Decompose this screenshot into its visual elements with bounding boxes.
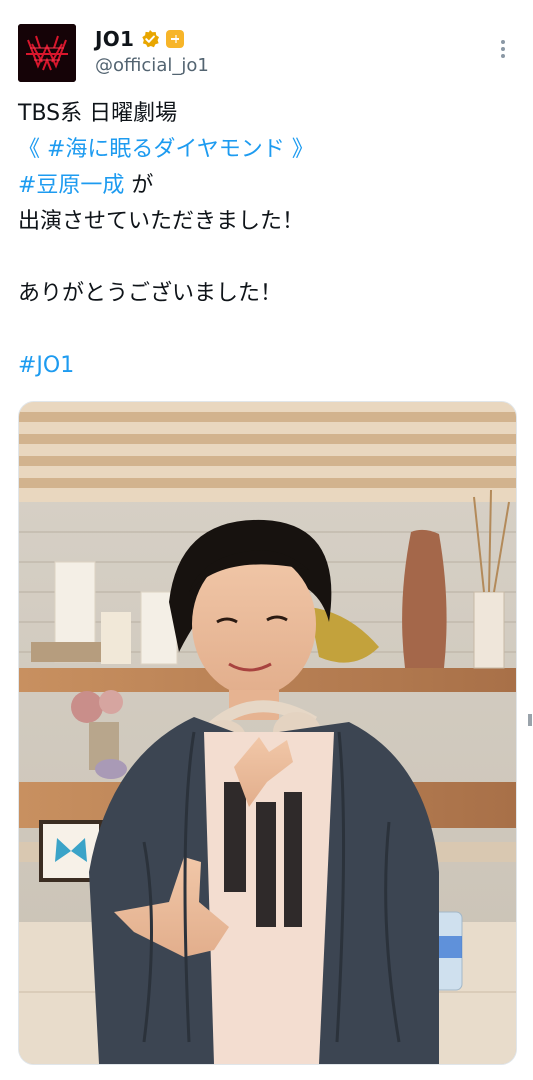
- tweet-photo[interactable]: [18, 401, 517, 1065]
- account-handle[interactable]: @official_jo1: [95, 55, 209, 76]
- tweet-header: JO1 @official_jo1: [0, 0, 533, 100]
- avatar[interactable]: [18, 24, 76, 82]
- tweet-line-3: #豆原一成 が: [18, 168, 518, 204]
- name-row: JO1: [95, 27, 185, 51]
- hashtag-link[interactable]: #海に眠るダイヤモンド: [47, 137, 285, 162]
- tweet-text-fragment: が: [124, 173, 154, 198]
- scroll-indicator: [528, 714, 532, 726]
- more-options-icon[interactable]: [494, 38, 512, 60]
- bracket-close: 》: [284, 137, 314, 162]
- tweet-line-4: 出演させていただきました！: [18, 209, 305, 234]
- tweet-line-6: ありがとうございました！: [18, 281, 283, 306]
- affiliate-badge-icon: [166, 30, 185, 48]
- photo-image: [19, 402, 516, 1064]
- display-name[interactable]: JO1: [95, 27, 134, 51]
- tweet-line-1: TBS系 日曜劇場: [18, 101, 178, 126]
- jo1-logo-icon: [18, 24, 76, 82]
- tweet-line-8: #JO1: [18, 348, 518, 384]
- gold-verified-badge-icon: [140, 29, 160, 49]
- hashtag-link[interactable]: #JO1: [18, 353, 74, 378]
- hashtag-link[interactable]: #豆原一成: [18, 173, 124, 198]
- bracket-open: 《: [18, 137, 47, 162]
- tweet-line-2: 《 #海に眠るダイヤモンド 》: [18, 132, 518, 168]
- tweet-text: TBS系 日曜劇場 《 #海に眠るダイヤモンド 》 #豆原一成 が 出演させてい…: [18, 96, 518, 384]
